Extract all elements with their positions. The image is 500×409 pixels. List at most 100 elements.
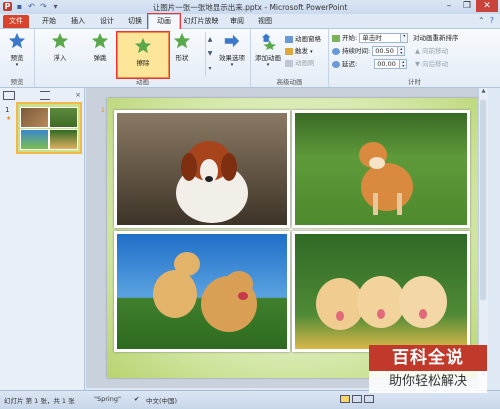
- normal-view-icon[interactable]: [340, 395, 350, 403]
- slide-editing-area[interactable]: 1 ▲: [86, 88, 488, 388]
- effect-options-label: 效果选项: [219, 54, 245, 62]
- window-controls: – ❐ ✕: [440, 0, 498, 12]
- wipe-label: 擦除: [136, 59, 150, 67]
- tab-animations[interactable]: 动画: [147, 13, 181, 30]
- slides-panel: × 1 ★: [0, 88, 85, 390]
- move-earlier-icon: ▲: [415, 47, 420, 55]
- slides-tab-icon[interactable]: [3, 90, 15, 100]
- slide-count-status: 幻灯片 第 1 张，共 1 张: [4, 397, 75, 405]
- delay-spinner[interactable]: ▴ ▾: [400, 59, 408, 69]
- vertical-scrollbar[interactable]: ▲ ⇞ ⇟: [478, 88, 488, 388]
- animation-painter-button[interactable]: 动画刷: [285, 57, 315, 67]
- photo-dog-rocks[interactable]: [114, 110, 290, 228]
- animation-pane-button[interactable]: 动画窗格: [285, 33, 321, 43]
- close-icon[interactable]: ✕: [476, 0, 498, 12]
- tab-review[interactable]: 审阅: [226, 15, 248, 28]
- gallery-more-icon[interactable]: ▾: [208, 65, 211, 72]
- trigger-label: 触发: [295, 47, 308, 55]
- language-status[interactable]: 中文(中国): [146, 395, 177, 405]
- start-dropdown-icon[interactable]: ▾: [401, 33, 409, 43]
- animation-pane-label: 动画窗格: [295, 35, 321, 43]
- tab-design[interactable]: 设计: [96, 15, 118, 28]
- start-select[interactable]: 单击时: [359, 33, 402, 43]
- photo-three-puppies[interactable]: [292, 231, 470, 352]
- bounce-label: 弹跳: [93, 54, 107, 62]
- preview-dropdown-icon[interactable]: ▾: [2, 62, 32, 68]
- puppies-image: [316, 276, 447, 330]
- delay-input[interactable]: 00.00: [374, 59, 401, 69]
- tab-home[interactable]: 开始: [38, 15, 60, 28]
- reorder-title: 对动画重新排序: [413, 34, 459, 42]
- tab-view[interactable]: 视图: [254, 15, 276, 28]
- add-animation-icon: [261, 33, 277, 50]
- effect-options-button[interactable]: 效果选项 ▾: [215, 32, 249, 68]
- move-later-button[interactable]: ▼ 向后移动: [415, 58, 448, 68]
- shape-label: 形状: [175, 54, 189, 62]
- group-advanced-animation: 添加动画 ▾ 动画窗格 触发 ▾ 动画刷 高级动画: [251, 29, 329, 87]
- wipe-star-icon: [134, 37, 152, 54]
- gallery-scroll[interactable]: ▲ ▼ ▾: [205, 32, 214, 76]
- outline-tab-icon[interactable]: [40, 90, 51, 100]
- panel-close-icon[interactable]: ×: [75, 91, 81, 99]
- start-label: 开始:: [342, 34, 358, 42]
- anim-wipe-selected[interactable]: 擦除: [116, 31, 170, 79]
- scroll-thumb[interactable]: [480, 100, 486, 300]
- effect-options-dropdown-icon[interactable]: ▾: [215, 62, 249, 68]
- move-later-icon: ▼: [415, 60, 420, 68]
- gallery-down-icon[interactable]: ▼: [208, 50, 213, 57]
- title-bar: P ▪ ↶ ↷ ▾ 让图片一张一张地显示出来.pptx - Microsoft …: [0, 0, 500, 14]
- move-earlier-label: 向前移动: [422, 47, 449, 55]
- add-animation-button[interactable]: 添加动画 ▾: [253, 32, 283, 68]
- gallery-up-icon[interactable]: ▲: [208, 36, 213, 43]
- shape-star-icon: [173, 32, 191, 49]
- dog-brown-white-image: [176, 141, 248, 223]
- anim-float-in[interactable]: 浮入: [45, 32, 75, 62]
- delay-row: 延迟: 00.00 ▴ ▾: [332, 58, 408, 69]
- view-buttons: [340, 395, 375, 405]
- reading-view-icon[interactable]: [364, 395, 375, 403]
- photo-shiba-grass[interactable]: [292, 110, 470, 228]
- duration-icon: [332, 47, 340, 55]
- minimize-icon[interactable]: –: [440, 0, 458, 12]
- preview-label: 预览: [10, 54, 24, 62]
- slide[interactable]: [107, 98, 479, 378]
- trigger-icon: [285, 47, 293, 55]
- spelling-check-icon[interactable]: ✔: [134, 395, 139, 403]
- group-label-timing: 计时: [408, 78, 421, 86]
- duration-input[interactable]: 00.50: [372, 46, 399, 56]
- help-icon[interactable]: ?: [490, 16, 494, 25]
- duration-spinner[interactable]: ▴ ▾: [398, 46, 406, 56]
- theme-name-status[interactable]: "Spring": [94, 395, 121, 403]
- panel-tabs: ×: [3, 90, 81, 100]
- trigger-button[interactable]: 触发 ▾: [285, 45, 313, 55]
- anim-bounce[interactable]: 弹跳: [85, 32, 115, 62]
- float-in-star-icon: [51, 32, 69, 49]
- animation-painter-label: 动画刷: [295, 59, 315, 67]
- move-earlier-button[interactable]: ▲ 向前移动: [415, 45, 448, 55]
- tab-file[interactable]: 文件: [3, 15, 29, 28]
- ribbon-right-controls: ⌃ ?: [478, 16, 494, 25]
- scroll-up-icon[interactable]: ▲: [479, 88, 488, 96]
- delay-icon: [332, 60, 340, 68]
- minimize-ribbon-icon[interactable]: ⌃: [478, 16, 485, 25]
- tab-insert[interactable]: 插入: [67, 15, 89, 28]
- anim-shape[interactable]: 形状: [167, 32, 197, 62]
- effect-options-arrow-icon: [224, 34, 240, 48]
- animation-pane-icon: [285, 35, 293, 43]
- photo-retrievers-sky[interactable]: [114, 231, 290, 352]
- ribbon-tabs: 文件 开始 插入 设计 切换 动画 幻灯片放映 审阅 视图 ⌃ ?: [0, 13, 500, 30]
- restore-icon[interactable]: ❐: [458, 0, 476, 12]
- add-animation-dropdown-icon[interactable]: ▾: [253, 62, 283, 68]
- shiba-dog-image: [359, 142, 413, 215]
- slide-sorter-view-icon[interactable]: [352, 395, 363, 403]
- ribbon: 预览 ▾ 预览 浮入 弹跳 形状 ▲ ▼ ▾ 效果选项 ▾ 动画 擦除 添加动画…: [0, 29, 500, 88]
- window-title: 让图片一张一张地显示出来.pptx - Microsoft PowerPoint: [152, 3, 348, 12]
- preview-button[interactable]: 预览 ▾: [2, 32, 32, 68]
- animation-order-marker: 1: [101, 107, 105, 114]
- slide-number: 1: [5, 106, 10, 114]
- slide-thumbnail[interactable]: [16, 102, 82, 154]
- tab-transitions[interactable]: 切换: [124, 15, 146, 28]
- watermark-line1: 百科全说: [369, 345, 487, 371]
- move-later-label: 向后移动: [422, 60, 449, 68]
- group-timing: 开始: 单击时 ▾ 持续时间: 00.50 ▴ ▾ 延迟: 00.00 ▴ ▾ 对动画重新…: [329, 29, 500, 87]
